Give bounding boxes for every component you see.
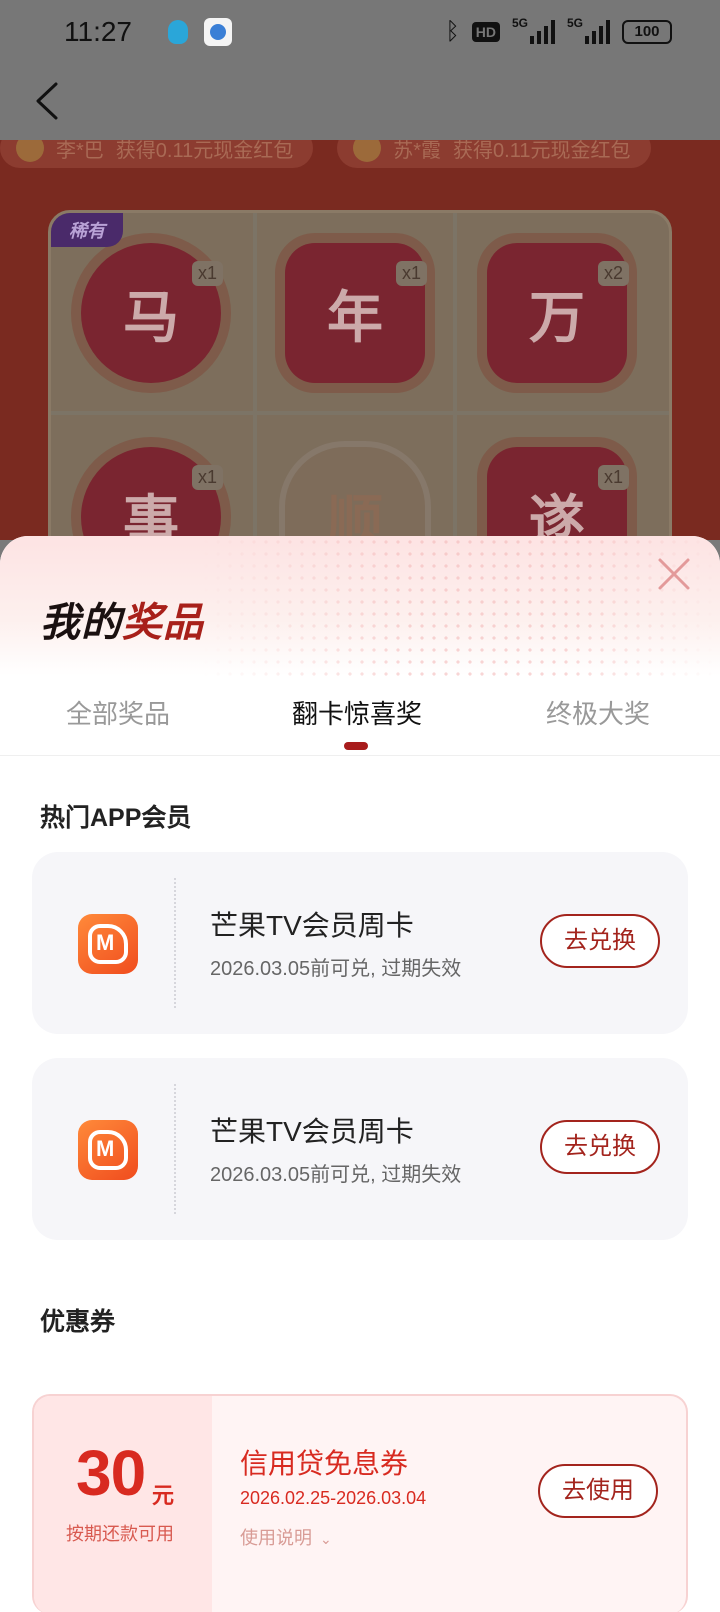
browser-icon [204, 18, 232, 46]
coupon-value-panel: 30 元 按期还款可用 [34, 1396, 212, 1612]
ticker-name: 苏*霞 [393, 140, 442, 162]
card-badge: 事 [81, 447, 221, 540]
usage-instructions-link[interactable]: 使用说明 ⌄ [240, 1524, 332, 1550]
card-character: 遂 [529, 488, 585, 541]
coupon-card: 30 元 按期还款可用 信用贷免息券 2026.02.25-2026.03.04… [32, 1394, 688, 1612]
card-badge: 遂 [487, 447, 627, 540]
rare-tag: 稀有 [51, 213, 123, 247]
my-prizes-sheet: 我的奖品 全部奖品 翻卡惊喜奖 终极大奖 热门APP会员 芒果TV会员周卡 20… [0, 536, 720, 1612]
decorative-dot-pattern [200, 536, 720, 676]
status-bar: 11:27 ᛒ HD 5G 5G 100 [0, 0, 720, 66]
ticker-item: 苏*霞 获得0.11元现金红包 [337, 140, 651, 168]
winner-ticker: 李*巴 获得0.11元现金红包 苏*霞 获得0.11元现金红包 [0, 140, 720, 188]
coupon-unit: 元 [152, 1483, 175, 1508]
card-tile[interactable]: 遂 x1 [457, 417, 657, 540]
coupon-condition: 按期还款可用 [66, 1524, 174, 1544]
sheet-title: 我的奖品 [40, 590, 204, 648]
card-character: 万 [529, 284, 585, 351]
tab-grand-prizes[interactable]: 终极大奖 [546, 694, 650, 731]
card-count: x1 [597, 465, 629, 490]
network-type-label-2: 5G [567, 16, 584, 30]
bluetooth-icon: ᛒ [445, 18, 460, 45]
card-tile[interactable]: 事 x1 [51, 417, 251, 540]
card-count: x2 [597, 261, 629, 286]
signal-icon-2: 5G [567, 16, 610, 44]
card-collection-grid: 马 x1 年 x1 万 x2 事 x1 顺 遂 x1 稀有 [48, 210, 672, 540]
card-character: 年 [327, 284, 383, 351]
tab-flip-card-prizes[interactable]: 翻卡惊喜奖 [292, 694, 422, 731]
avatar [16, 140, 44, 162]
card-character: 事 [123, 488, 179, 541]
chevron-left-icon[interactable] [30, 78, 70, 124]
sheet-title-part: 我的 [40, 601, 122, 645]
network-type-label: 5G [512, 16, 529, 30]
prize-expiry: 2026.03.05前可兑, 过期失效 [210, 958, 462, 980]
coupon-amount: 30 [76, 1437, 146, 1509]
redeem-button[interactable]: 去兑换 [540, 914, 660, 968]
status-time: 11:27 [64, 16, 132, 47]
signal-icon: 5G [512, 16, 555, 44]
avatar [353, 140, 382, 162]
chevron-down-icon: ⌄ [320, 1531, 332, 1547]
use-coupon-button[interactable]: 去使用 [538, 1464, 658, 1518]
mango-tv-logo [78, 1120, 138, 1180]
prize-name: 芒果TV会员周卡 [210, 1116, 414, 1147]
prize-name: 芒果TV会员周卡 [210, 910, 414, 941]
status-indicators: ᛒ HD 5G 5G 100 [445, 16, 672, 46]
divider [174, 878, 176, 1008]
card-badge: 顺 [285, 447, 425, 540]
tab-all-prizes[interactable]: 全部奖品 [66, 694, 170, 731]
card-tile[interactable]: 年 x1 [255, 213, 455, 413]
mango-tv-logo [78, 914, 138, 974]
ticker-text: 获得0.11元现金红包 [115, 140, 294, 162]
close-icon[interactable] [656, 556, 692, 592]
sheet-header: 我的奖品 [0, 536, 720, 676]
ticker-name: 李*巴 [56, 140, 104, 162]
background-page: 李*巴 获得0.11元现金红包 苏*霞 获得0.11元现金红包 马 x1 年 x… [0, 140, 720, 540]
card-count: x1 [191, 261, 223, 286]
prize-card: 芒果TV会员周卡 2026.03.05前可兑, 过期失效 去兑换 [32, 852, 688, 1034]
divider [174, 1084, 176, 1214]
section-title-app-members: 热门APP会员 [40, 804, 192, 832]
nav-bar [0, 66, 720, 140]
prize-card: 芒果TV会员周卡 2026.03.05前可兑, 过期失效 去兑换 [32, 1058, 688, 1240]
section-title-coupons: 优惠券 [40, 1308, 116, 1336]
prize-expiry: 2026.03.05前可兑, 过期失效 [210, 1164, 462, 1186]
ticker-text: 获得0.11元现金红包 [453, 140, 631, 162]
card-character: 马 [123, 284, 179, 351]
card-tile[interactable]: 万 x2 [457, 213, 657, 413]
tab-indicator [344, 742, 368, 750]
hd-badge: HD [471, 22, 500, 42]
card-tile[interactable]: 顺 [255, 417, 455, 540]
coupon-validity: 2026.02.25-2026.03.04 [240, 1488, 427, 1508]
coupon-name: 信用贷免息券 [240, 1448, 409, 1479]
card-character: 顺 [327, 488, 383, 541]
usage-instructions-label: 使用说明 [240, 1528, 312, 1548]
prize-tabs: 全部奖品 翻卡惊喜奖 终极大奖 [0, 676, 720, 756]
sheet-title-accent: 奖品 [122, 601, 204, 645]
ticker-item: 李*巴 获得0.11元现金红包 [0, 140, 314, 168]
redeem-button[interactable]: 去兑换 [540, 1120, 660, 1174]
battery-icon: 100 [622, 20, 672, 44]
card-count: x1 [395, 261, 427, 286]
card-count: x1 [191, 465, 223, 490]
qq-icon [164, 18, 192, 46]
